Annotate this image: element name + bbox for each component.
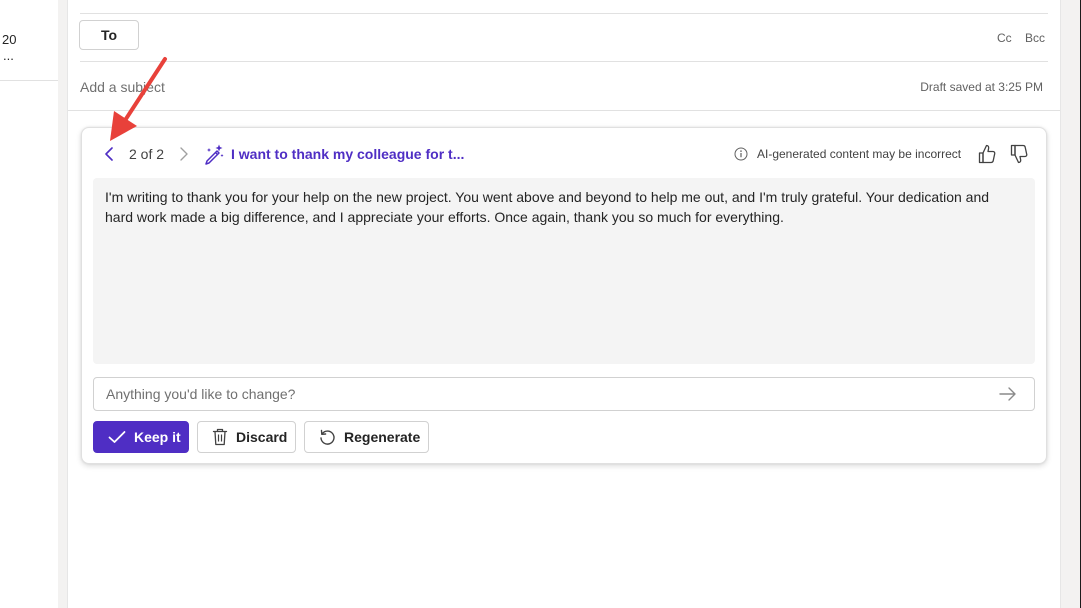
keep-it-button[interactable]: Keep it <box>93 421 189 453</box>
compose-divider-subject <box>68 110 1060 111</box>
ai-disclaimer: AI-generated content may be incorrect <box>757 147 962 161</box>
compose-divider-recipients <box>80 61 1048 62</box>
discard-button[interactable]: Discard <box>197 421 296 453</box>
generated-draft-text: I'm writing to thank you for your help o… <box>105 189 990 225</box>
checkmark-icon <box>108 431 126 443</box>
mail-list-date: 20 <box>2 32 17 47</box>
thumbs-down-icon[interactable] <box>1009 143 1029 165</box>
thumbs-up-icon[interactable] <box>977 143 997 165</box>
next-draft-button[interactable] <box>176 144 192 164</box>
trash-icon <box>212 428 228 446</box>
keep-it-label: Keep it <box>134 429 181 445</box>
send-arrow-icon[interactable] <box>998 385 1018 403</box>
copilot-prompt-text[interactable]: I want to thank my colleague for t... <box>231 146 464 162</box>
pane-gap-left <box>58 0 67 608</box>
pen-sparkle-icon <box>205 144 224 165</box>
refresh-icon <box>320 429 335 445</box>
draft-saved-status: Draft saved at 3:25 PM <box>920 80 1043 94</box>
mail-list-preview-ellipsis: ... <box>3 48 14 63</box>
regenerate-button[interactable]: Regenerate <box>304 421 429 453</box>
annotation-arrow <box>110 57 167 141</box>
pane-gap-right <box>1061 0 1080 608</box>
cc-button[interactable]: Cc <box>997 31 1012 45</box>
to-button[interactable]: To <box>79 20 139 50</box>
bcc-button[interactable]: Bcc <box>1025 31 1045 45</box>
mail-list-pane: 20 ... <box>0 0 58 608</box>
change-request-input[interactable] <box>93 377 1035 411</box>
discard-label: Discard <box>236 429 288 445</box>
chevron-right-icon <box>180 147 188 161</box>
compose-divider-top <box>80 13 1048 14</box>
info-icon <box>734 147 748 161</box>
mail-list-divider <box>0 80 58 81</box>
regenerate-label: Regenerate <box>344 429 421 445</box>
